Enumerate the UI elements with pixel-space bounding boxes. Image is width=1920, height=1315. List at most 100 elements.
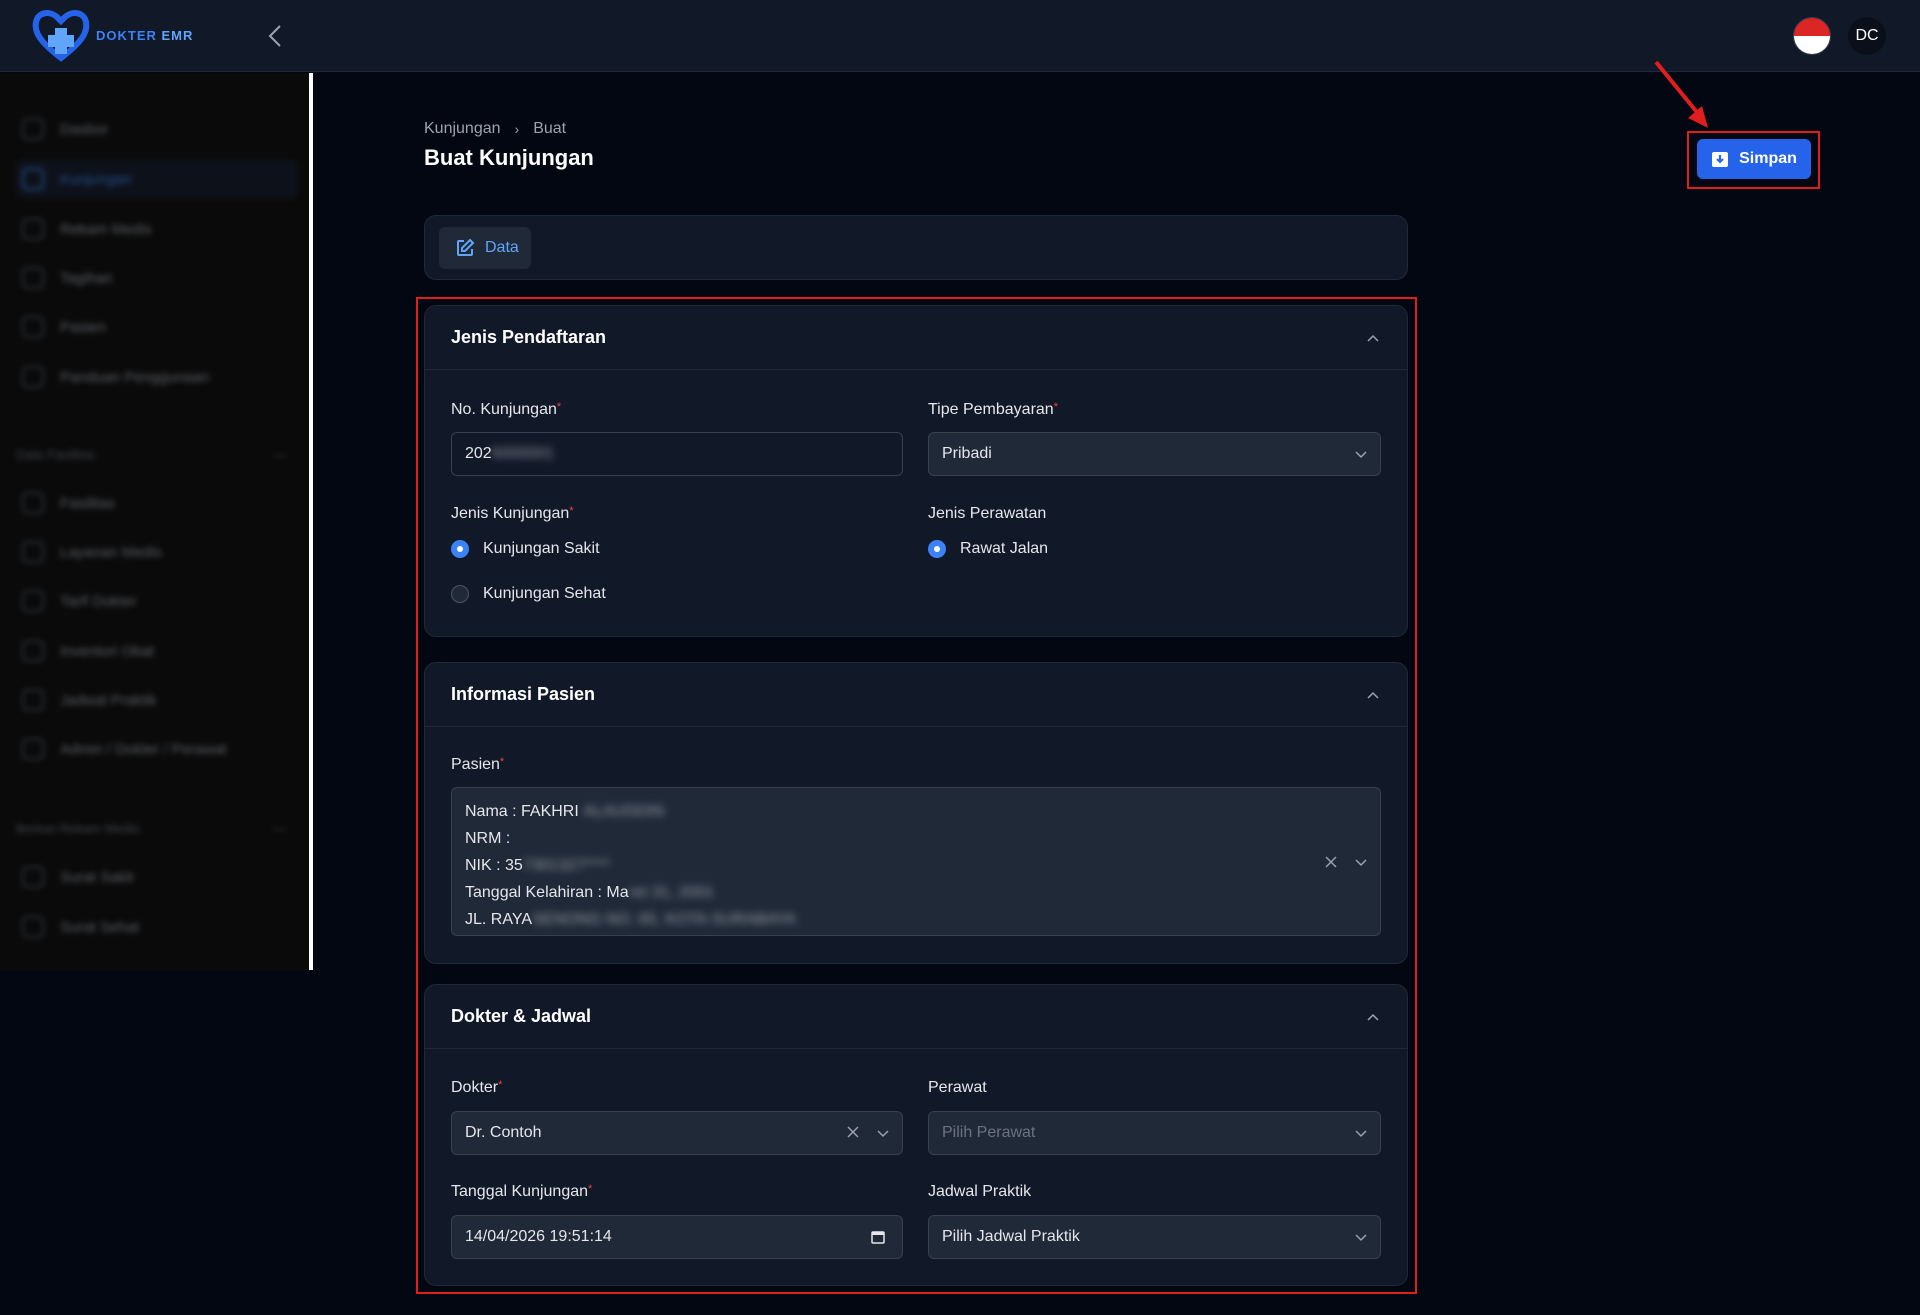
- radio-selected-icon: [928, 540, 946, 558]
- patient-dob: Tanggal Kelahiran : Ma ret 31, 2001: [465, 884, 715, 901]
- sidebar-item-billing[interactable]: Tagihan: [16, 258, 298, 298]
- pill-icon: [22, 640, 44, 662]
- sidebar-item-medical-records[interactable]: Rekam Medis: [16, 209, 298, 249]
- breadcrumb-current: Buat: [533, 120, 567, 137]
- user-icon: [22, 738, 44, 760]
- sidebar-item-facilities[interactable]: Fasilitas: [16, 483, 298, 523]
- sidebar-item-label: Surat Sehat: [60, 918, 140, 936]
- visit-date-input[interactable]: 14/04/2026 19:51:14: [451, 1215, 903, 1259]
- save-download-icon: [1712, 152, 1729, 167]
- chevron-up-icon[interactable]: [1365, 1009, 1381, 1025]
- home-icon: [22, 118, 44, 140]
- doctor-label: Dokter*: [451, 1079, 503, 1096]
- clock-icon: [22, 689, 44, 711]
- sidebar-item-label: Tarif Dokter: [60, 592, 137, 610]
- breadcrumb-chevron-right-icon: ›: [514, 121, 520, 137]
- sidebar-item-sick-letter[interactable]: Surat Sakit: [16, 857, 298, 897]
- sidebar-item-guide[interactable]: Panduan Penggunaan: [16, 357, 298, 397]
- visit-number-field[interactable]: 202 6000001: [451, 432, 903, 476]
- building-icon: [22, 492, 44, 514]
- patient-nik: NIK : 35 7301327****: [465, 857, 611, 874]
- radio-visit-sick[interactable]: Kunjungan Sakit: [451, 540, 600, 558]
- doctor-select[interactable]: Dr. Contoh: [451, 1111, 903, 1155]
- patient-card-header[interactable]: Informasi Pasien: [425, 663, 1407, 727]
- chevron-down-icon: [1355, 1130, 1367, 1138]
- radio-selected-icon: [451, 540, 469, 558]
- logo-text: DOKTER EMR: [96, 27, 194, 43]
- sidebar-item-label: Layanan Medis: [60, 543, 162, 561]
- chevron-down-icon: [1355, 451, 1367, 459]
- doctor-card-header[interactable]: Dokter & Jadwal: [425, 985, 1407, 1049]
- clear-x-icon[interactable]: [1324, 855, 1338, 869]
- sidebar-item-patients[interactable]: Pasien: [16, 307, 298, 347]
- breadcrumb-parent[interactable]: Kunjungan: [424, 120, 501, 138]
- sidebar-item-label: Pasien: [60, 318, 106, 336]
- sidebar-item-label: Panduan Penggunaan: [60, 368, 210, 386]
- red-annotation-arrow-icon: [1654, 60, 1708, 128]
- sidebar-section-documents[interactable]: Berkas Rekam Medis —: [16, 821, 286, 836]
- tabs-bar: Data: [424, 215, 1408, 280]
- radio-unselected-icon: [451, 585, 469, 603]
- patient-card-title: Informasi Pasien: [451, 684, 596, 704]
- receipt-icon: [22, 267, 44, 289]
- visit-type-label: Jenis Kunjungan*: [451, 505, 574, 522]
- app-logo[interactable]: DOKTER EMR: [30, 8, 193, 62]
- nurse-label: Perawat: [928, 1079, 987, 1096]
- breadcrumb: Kunjungan › Buat: [424, 120, 566, 138]
- patient-label: Pasien*: [451, 756, 505, 773]
- radio-outpatient[interactable]: Rawat Jalan: [928, 540, 1048, 558]
- payment-type-label: Tipe Pembayaran*: [928, 401, 1058, 418]
- file-icon: [22, 218, 44, 240]
- chevron-down-icon: [877, 1130, 889, 1138]
- sidebar-item-health-letter[interactable]: Surat Sehat: [16, 907, 298, 947]
- sidebar-item-staff[interactable]: Admin / Dokter / Perawat: [16, 729, 298, 769]
- save-button[interactable]: Simpan: [1697, 139, 1811, 179]
- sidebar-item-doctor-fees[interactable]: Tarif Dokter: [16, 581, 298, 621]
- chevron-down-icon: [1355, 1234, 1367, 1242]
- care-type-label: Jenis Perawatan: [928, 505, 1047, 522]
- nurse-select[interactable]: Pilih Perawat: [928, 1111, 1381, 1155]
- patient-name: Nama : FAKHRI ALAUDDIN: [465, 803, 665, 820]
- clear-x-icon[interactable]: [846, 1125, 860, 1139]
- tab-data[interactable]: Data: [439, 227, 531, 269]
- registration-card-title: Jenis Pendaftaran: [451, 327, 607, 347]
- tag-icon: [22, 590, 44, 612]
- sidebar-item-label: Fasilitas: [60, 494, 116, 512]
- sidebar-item-label: Admin / Dokter / Perawat: [60, 740, 227, 758]
- heart-logo-icon: [32, 10, 90, 62]
- schedule-select[interactable]: Pilih Jadwal Praktik: [928, 1215, 1381, 1259]
- sidebar-item-label: Kunjungan: [60, 170, 132, 188]
- patient-address: JL. RAYA SENONG NO. 65, KOTA SURABAYA: [465, 911, 797, 928]
- chevron-up-icon[interactable]: [1365, 687, 1381, 703]
- calendar-icon: [22, 168, 44, 190]
- page-title: Buat Kunjungan: [424, 145, 594, 170]
- sidebar-item-visits[interactable]: Kunjungan: [16, 159, 298, 199]
- doctor-card-title: Dokter & Jadwal: [451, 1006, 592, 1026]
- schedule-label: Jadwal Praktik: [928, 1183, 1032, 1200]
- visit-number-label: No. Kunjungan*: [451, 401, 562, 418]
- chevron-down-icon[interactable]: [1354, 855, 1368, 869]
- sidebar-item-schedules[interactable]: Jadwal Praktik: [16, 680, 298, 720]
- doctor-card: Dokter & Jadwal Dokter* Dr. Contoh Peraw…: [424, 984, 1408, 1286]
- registration-card-header[interactable]: Jenis Pendaftaran: [425, 306, 1407, 370]
- save-button-label: Simpan: [1739, 150, 1797, 167]
- sidebar: Dasbor Kunjungan Rekam Medis Tagihan Pas…: [0, 73, 313, 970]
- sidebar-item-label: Inventori Obat: [60, 642, 155, 660]
- calendar-icon[interactable]: [870, 1229, 886, 1245]
- collapse-sidebar-chevron-left-icon[interactable]: [264, 22, 288, 50]
- stethoscope-icon: [22, 541, 44, 563]
- sidebar-item-medical-services[interactable]: Layanan Medis: [16, 532, 298, 572]
- sidebar-item-dashboard[interactable]: Dasbor: [16, 109, 298, 149]
- patient-card: Informasi Pasien Pasien* Nama : FAKHRI A…: [424, 662, 1408, 964]
- sidebar-section-master[interactable]: Data Fasilitas —: [16, 447, 286, 462]
- sidebar-item-label: Tagihan: [60, 269, 113, 287]
- top-bar: DOKTER EMR DC: [0, 0, 1920, 72]
- language-flag-indonesia-icon[interactable]: [1793, 17, 1831, 55]
- user-avatar[interactable]: DC: [1848, 17, 1886, 55]
- payment-type-select[interactable]: Pribadi: [928, 432, 1381, 476]
- sidebar-item-label: Rekam Medis: [60, 220, 152, 238]
- sidebar-item-drug-inventory[interactable]: Inventori Obat: [16, 631, 298, 671]
- patient-select[interactable]: Nama : FAKHRI ALAUDDIN NRM : NIK : 35 730…: [451, 787, 1381, 936]
- radio-visit-healthy[interactable]: Kunjungan Sehat: [451, 585, 606, 603]
- chevron-up-icon[interactable]: [1365, 330, 1381, 346]
